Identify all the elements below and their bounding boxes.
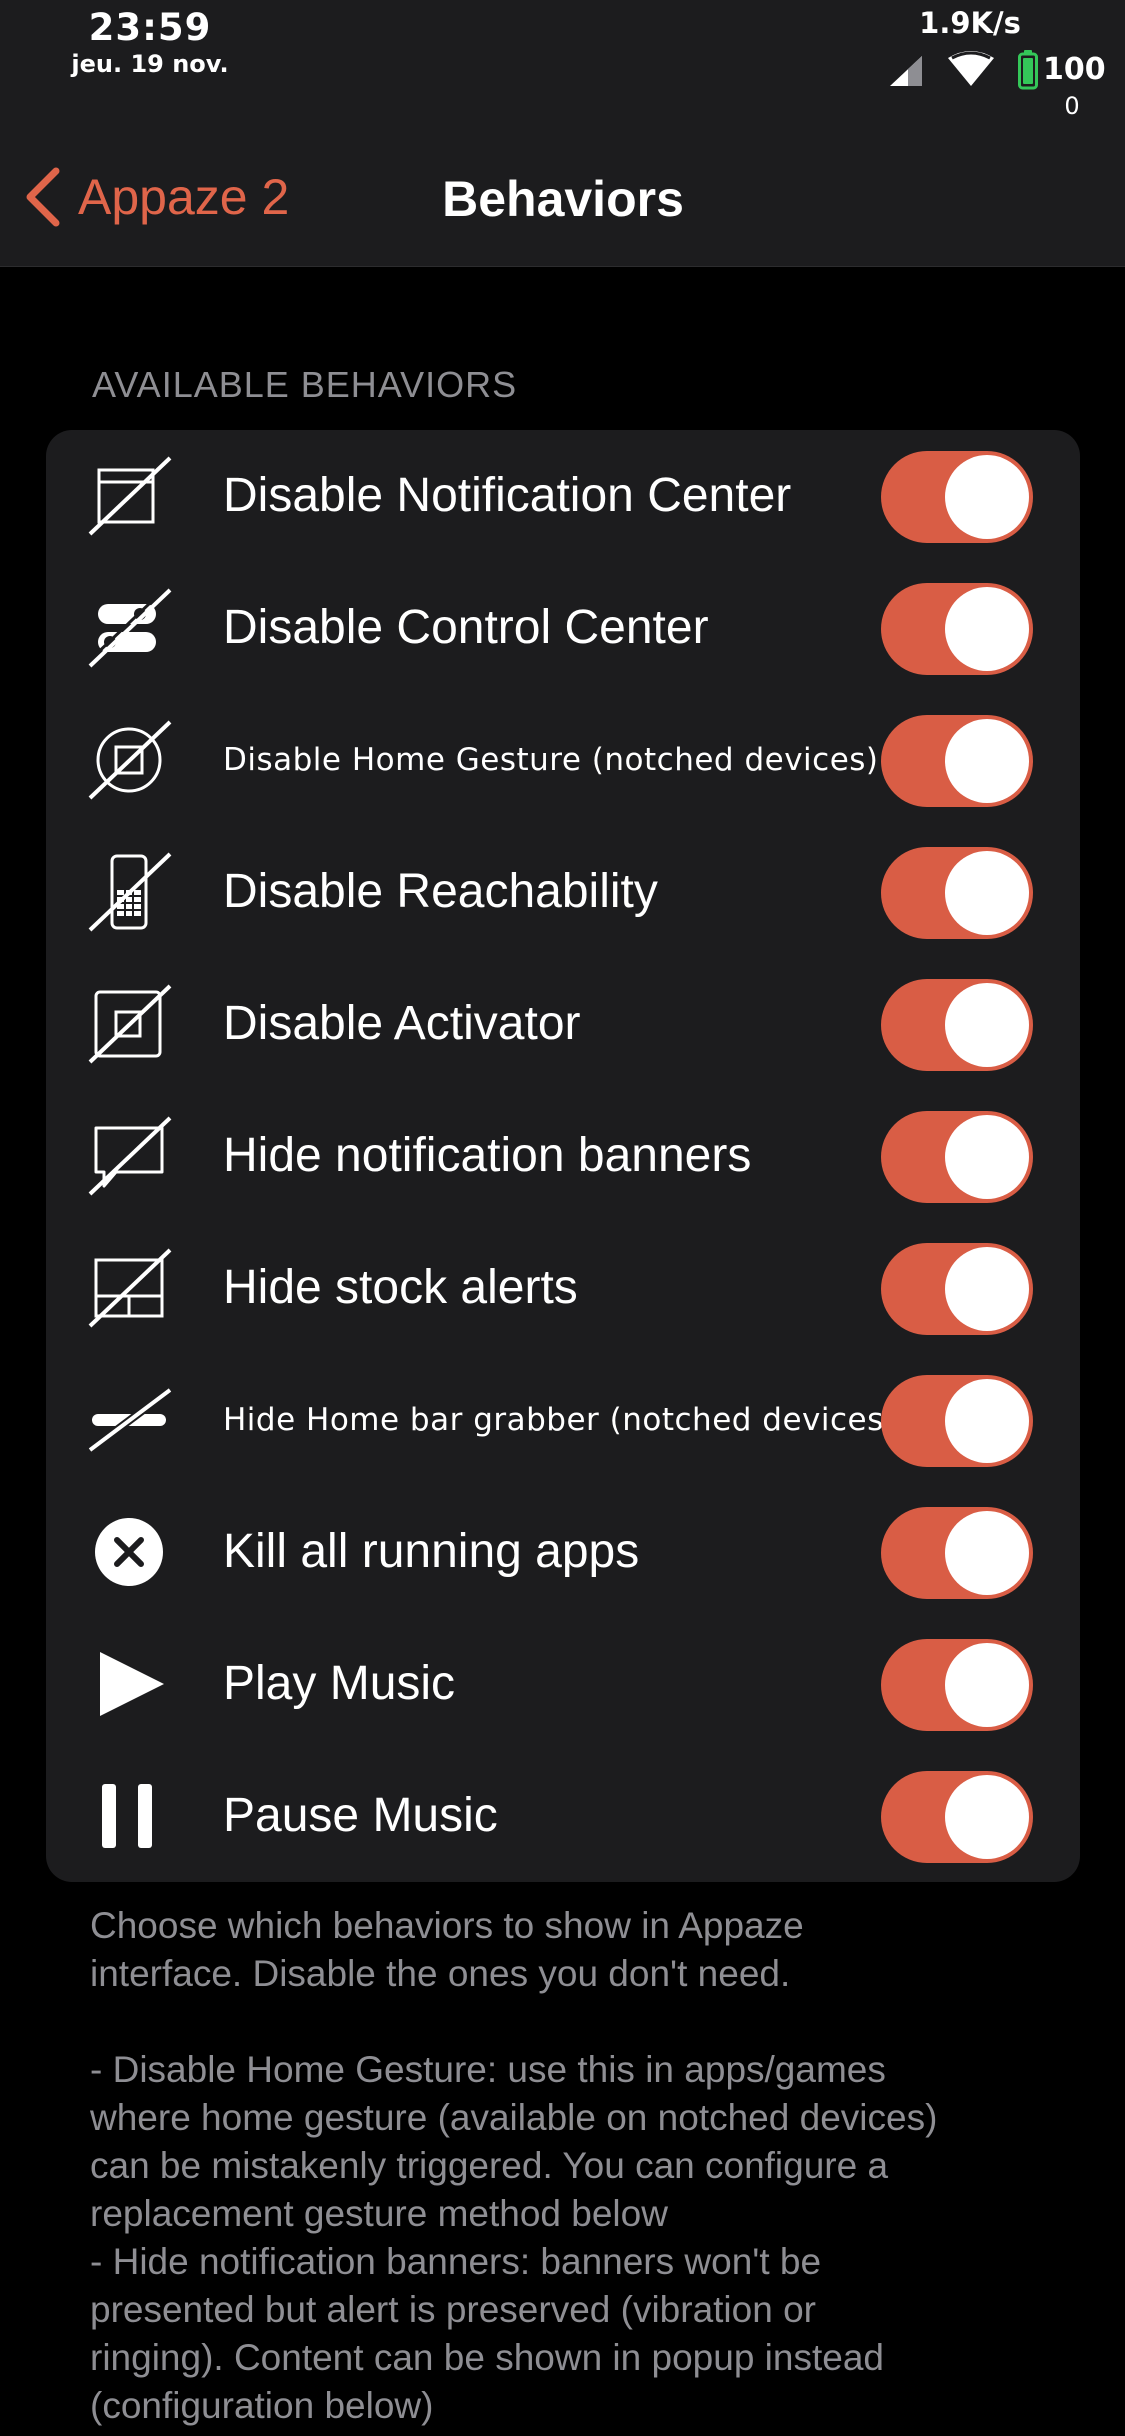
disable-activator-toggle[interactable] [881,979,1033,1071]
disable-notification-center-toggle[interactable] [881,451,1033,543]
notification-center-disabled-icon [86,454,172,538]
close-circle-icon [86,1510,172,1594]
chevron-left-icon [26,167,60,227]
behavior-label: Disable Activator [223,997,581,1050]
behavior-row-hide-home-bar-grabber: Hide Home bar grabber (notched devices) [46,1354,1080,1486]
kill-all-running-apps-toggle[interactable] [881,1507,1033,1599]
footer-text-line: (configuration below) [90,2385,434,2426]
footer-text-line: can be mistakenly triggered. You can con… [90,2145,889,2186]
toggle-knob [945,1775,1029,1859]
banner-hidden-icon [86,1114,172,1198]
control-center-disabled-icon [86,586,172,670]
toggle-knob [945,1511,1029,1595]
disable-reachability-toggle[interactable] [881,847,1033,939]
behavior-label: Hide stock alerts [223,1261,578,1314]
play-music-toggle[interactable] [881,1639,1033,1731]
toggle-knob [945,587,1029,671]
toggle-knob [945,851,1029,935]
behavior-label: Disable Notification Center [223,469,792,522]
behavior-row-disable-home-gesture: Disable Home Gesture (notched devices) [46,694,1080,826]
home-bar-hidden-icon [86,1378,172,1462]
behavior-label: Kill all running apps [223,1525,640,1578]
behavior-label: Hide notification banners [223,1129,752,1182]
status-sub-value: 0 [1064,92,1080,120]
toggle-knob [945,719,1029,803]
behavior-row-disable-notification-center: Disable Notification Center [46,430,1080,562]
footer-text-line: where home gesture (available on notched… [90,2097,938,2138]
footer-spacer [90,1998,1090,2046]
footer-text-line: presented but alert is preserved (vibrat… [90,2289,816,2330]
network-speed: 1.9K/s [919,6,1021,40]
page-title: Behaviors [442,171,684,227]
behavior-label: Play Music [223,1657,456,1710]
play-icon [86,1642,172,1726]
disable-control-center-toggle[interactable] [881,583,1033,675]
pause-music-toggle[interactable] [881,1771,1033,1863]
battery-icon [1018,50,1038,90]
section-header: AVAILABLE BEHAVIORS [92,364,518,405]
toggle-knob [945,1247,1029,1331]
behavior-label: Disable Home Gesture (notched devices) [223,742,879,778]
behavior-row-disable-activator: Disable Activator [46,958,1080,1090]
hide-home-bar-grabber-toggle[interactable] [881,1375,1033,1467]
behaviors-list: Disable Notification Center Disable Cont… [46,430,1080,1882]
behavior-label: Disable Control Center [223,601,709,654]
back-button-label: Appaze 2 [78,169,290,225]
footer-text-line: replacement gesture method below [90,2193,668,2234]
toggle-knob [945,983,1029,1067]
reachability-disabled-icon [86,850,172,934]
behavior-label: Hide Home bar grabber (notched devices) [223,1402,897,1438]
alert-hidden-icon [86,1246,172,1330]
behavior-row-disable-reachability: Disable Reachability [46,826,1080,958]
wifi-icon [948,51,994,86]
status-date: jeu. 19 nov. [71,50,229,78]
footer-text-line: - Hide notification banners: banners won… [90,2241,822,2282]
toggle-knob [945,1643,1029,1727]
home-gesture-disabled-icon [86,718,172,802]
toggle-knob [945,455,1029,539]
hide-notification-banners-toggle[interactable] [881,1111,1033,1203]
status-time: 23:59 [88,6,212,49]
behavior-row-hide-stock-alerts: Hide stock alerts [46,1222,1080,1354]
behavior-row-pause-music: Pause Music [46,1750,1080,1882]
pause-icon [86,1774,172,1858]
navigation-bar: Appaze 2 Behaviors [0,130,1125,267]
footer-text-line: Choose which behaviors to show in Appaze [90,1905,804,1946]
hide-stock-alerts-toggle[interactable] [881,1243,1033,1335]
cellular-signal-icon [890,56,922,86]
battery-level: 100 [1043,52,1106,87]
section-footer: Choose which behaviors to show in Appaze… [90,1902,1090,2430]
activator-disabled-icon [86,982,172,1066]
behavior-row-disable-control-center: Disable Control Center [46,562,1080,694]
behavior-label: Disable Reachability [223,865,658,918]
back-button[interactable]: Appaze 2 [22,162,289,232]
footer-text-line: interface. Disable the ones you don't ne… [90,1953,791,1994]
toggle-knob [945,1115,1029,1199]
behavior-row-play-music: Play Music [46,1618,1080,1750]
disable-home-gesture-toggle[interactable] [881,715,1033,807]
behavior-label: Pause Music [223,1789,498,1842]
behavior-row-kill-all-running-apps: Kill all running apps [46,1486,1080,1618]
footer-text-line: - Disable Home Gesture: use this in apps… [90,2049,886,2090]
status-bar: 23:59 jeu. 19 nov. 1.9K/s 100 0 [0,0,1125,130]
behavior-row-hide-notification-banners: Hide notification banners [46,1090,1080,1222]
toggle-knob [945,1379,1029,1463]
footer-text-line: ringing). Content can be shown in popup … [90,2337,884,2378]
